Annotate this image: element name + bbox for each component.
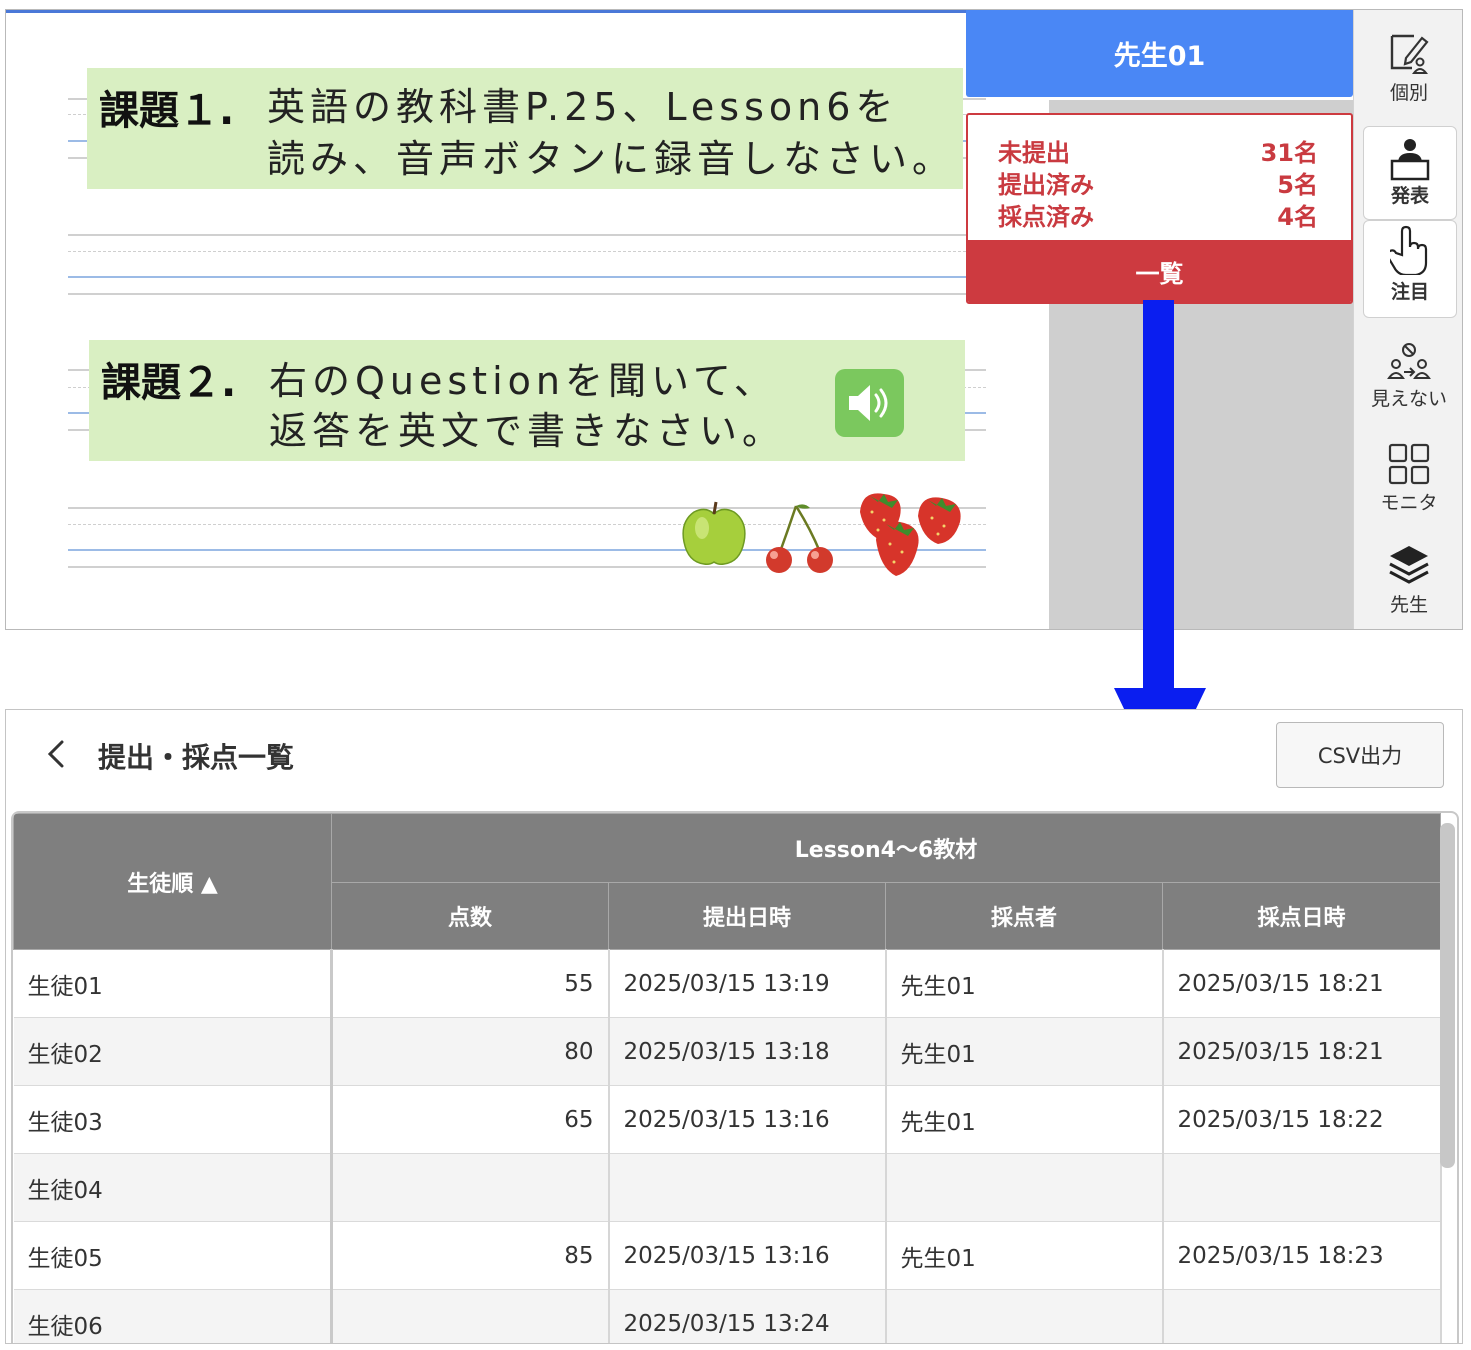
toolbar-teacher-button[interactable]: 先生 — [1363, 542, 1455, 617]
student-sort-header[interactable]: 生徒順 ▲ — [13, 813, 332, 950]
score-cell[interactable]: 80 — [331, 1017, 610, 1086]
table-row[interactable]: 生徒05 85 2025/03/15 13:16 先生01 2025/03/15… — [13, 1221, 1442, 1290]
student-cell[interactable]: 生徒05 — [13, 1221, 333, 1290]
task-2-line-1: 右のQuestionを聞いて、 — [269, 359, 777, 403]
score-cell[interactable]: 85 — [331, 1221, 610, 1290]
submitted-at-header[interactable]: 提出日時 — [608, 882, 886, 950]
student-cell[interactable]: 生徒03 — [13, 1085, 333, 1154]
student-cell[interactable]: 生徒04 — [13, 1153, 333, 1222]
submitted-at-cell: 2025/03/15 13:18 — [608, 1017, 887, 1086]
ruled-line — [68, 524, 986, 525]
student-cell[interactable]: 生徒06 — [13, 1289, 333, 1343]
right-toolbar: 個別 発表 注目 見えない モニタ 先生 — [1353, 10, 1462, 629]
submitted-at-cell: 2025/03/15 13:16 — [608, 1221, 887, 1290]
submitted-at-cell — [608, 1153, 887, 1222]
student-cell[interactable]: 生徒02 — [13, 1017, 333, 1086]
graded-at-cell: 2025/03/15 18:23 — [1162, 1221, 1442, 1290]
ruled-line — [68, 293, 986, 295]
ruled-line — [68, 566, 986, 568]
hand-pointer-icon — [1390, 225, 1428, 275]
page-title: 提出・採点一覧 — [98, 741, 295, 774]
task-1-line-1: 英語の教科書P.25、Lesson6を — [267, 85, 899, 129]
graded-at-cell: 2025/03/15 18:21 — [1162, 949, 1442, 1018]
grader-cell: 先生01 — [885, 1085, 1164, 1154]
toolbar-hide-button[interactable]: 見えない — [1363, 342, 1455, 411]
lesson-group-header: Lesson4〜6教材 — [330, 813, 1442, 883]
toolbar-individual-button[interactable]: 個別 — [1363, 30, 1455, 105]
graded-at-cell — [1162, 1153, 1442, 1222]
table-row[interactable]: 生徒02 80 2025/03/15 13:18 先生01 2025/03/15… — [13, 1017, 1442, 1086]
presenter-icon — [1390, 139, 1430, 181]
grader-cell: 先生01 — [885, 1221, 1164, 1290]
ruled-line — [68, 251, 986, 252]
whiteboard-panel: 課題１. 英語の教科書P.25、Lesson6を 読み、音声ボタンに録音しなさい… — [5, 9, 1463, 630]
score-cell[interactable] — [331, 1289, 610, 1343]
back-chevron-icon[interactable] — [42, 736, 72, 772]
submission-table: 生徒順 ▲ Lesson4〜6教材 点数 提出日時 採点者 採点日時 生徒01 … — [13, 813, 1442, 1343]
speaker-icon[interactable] — [835, 369, 904, 437]
score-header[interactable]: 点数 — [331, 882, 609, 950]
teacher-account-button[interactable]: 先生01 — [966, 10, 1353, 97]
table-row[interactable]: 生徒06 2025/03/15 13:24 — [13, 1289, 1442, 1343]
layers-icon — [1389, 546, 1429, 584]
strawberries-icon — [860, 493, 961, 576]
table-row[interactable]: 生徒03 65 2025/03/15 13:16 先生01 2025/03/15… — [13, 1085, 1442, 1154]
ruled-line — [68, 276, 986, 278]
submission-table-container: 生徒順 ▲ Lesson4〜6教材 点数 提出日時 採点者 採点日時 生徒01 … — [11, 811, 1459, 1343]
grader-cell — [885, 1289, 1164, 1343]
toolbar-monitor-button[interactable]: モニタ — [1363, 442, 1455, 515]
vertical-scrollbar[interactable] — [1440, 823, 1455, 1168]
graded-at-header[interactable]: 採点日時 — [1161, 882, 1442, 950]
worksheet-canvas[interactable]: 課題１. 英語の教科書P.25、Lesson6を 読み、音声ボタンに録音しなさい… — [6, 10, 1051, 629]
ruled-line — [68, 549, 986, 551]
grader-cell: 先生01 — [885, 1017, 1164, 1086]
graded-at-cell: 2025/03/15 18:21 — [1162, 1017, 1442, 1086]
hide-group-icon — [1387, 343, 1431, 379]
student-cell[interactable]: 生徒01 — [13, 949, 333, 1018]
status-row-graded: 採点済み 4名 — [998, 203, 1318, 231]
csv-export-button[interactable]: CSV出力 — [1276, 722, 1444, 788]
score-cell[interactable] — [331, 1153, 610, 1222]
task-2-card: 課題２. 右のQuestionを聞いて、 返答を英文で書きなさい。 — [89, 340, 965, 461]
submission-status-card: 未提出 31名 提出済み 5名 採点済み 4名 一覧 — [966, 113, 1353, 304]
ruled-line — [68, 234, 986, 236]
graded-at-cell — [1162, 1289, 1442, 1343]
task-2-line-2: 返答を英文で書きなさい。 — [269, 409, 786, 453]
submission-list-panel: 提出・採点一覧 CSV出力 生徒順 ▲ Lesson4〜6教材 点数 提出日時 … — [5, 709, 1463, 1344]
individual-edit-icon — [1390, 34, 1429, 74]
grid-monitor-icon — [1388, 443, 1430, 485]
score-cell[interactable]: 55 — [331, 949, 610, 1018]
grader-cell: 先生01 — [885, 949, 1164, 1018]
toolbar-present-button[interactable]: 発表 — [1363, 126, 1457, 220]
submitted-at-cell: 2025/03/15 13:24 — [608, 1289, 887, 1343]
apple-icon — [682, 501, 746, 565]
grader-cell — [885, 1153, 1164, 1222]
grader-header[interactable]: 採点者 — [885, 882, 1163, 950]
task-1-label: 課題１. — [99, 88, 235, 134]
table-row[interactable]: 生徒04 — [13, 1153, 1442, 1222]
graded-at-cell: 2025/03/15 18:22 — [1162, 1085, 1442, 1154]
toolbar-focus-button[interactable]: 注目 — [1363, 220, 1457, 318]
status-row-submitted: 提出済み 5名 — [998, 171, 1318, 199]
ruled-line — [68, 507, 986, 509]
list-view-button[interactable]: 一覧 — [968, 240, 1351, 302]
task-1-card: 課題１. 英語の教科書P.25、Lesson6を 読み、音声ボタンに録音しなさい… — [87, 68, 963, 189]
score-cell[interactable]: 65 — [331, 1085, 610, 1154]
cherries-icon — [766, 504, 833, 573]
task-2-label: 課題２. — [101, 360, 237, 406]
table-row[interactable]: 生徒01 55 2025/03/15 13:19 先生01 2025/03/15… — [13, 949, 1442, 1018]
status-row-unsubmitted: 未提出 31名 — [998, 139, 1318, 167]
submitted-at-cell: 2025/03/15 13:19 — [608, 949, 887, 1018]
task-1-line-2: 読み、音声ボタンに録音しなさい。 — [267, 137, 956, 181]
submitted-at-cell: 2025/03/15 13:16 — [608, 1085, 887, 1154]
